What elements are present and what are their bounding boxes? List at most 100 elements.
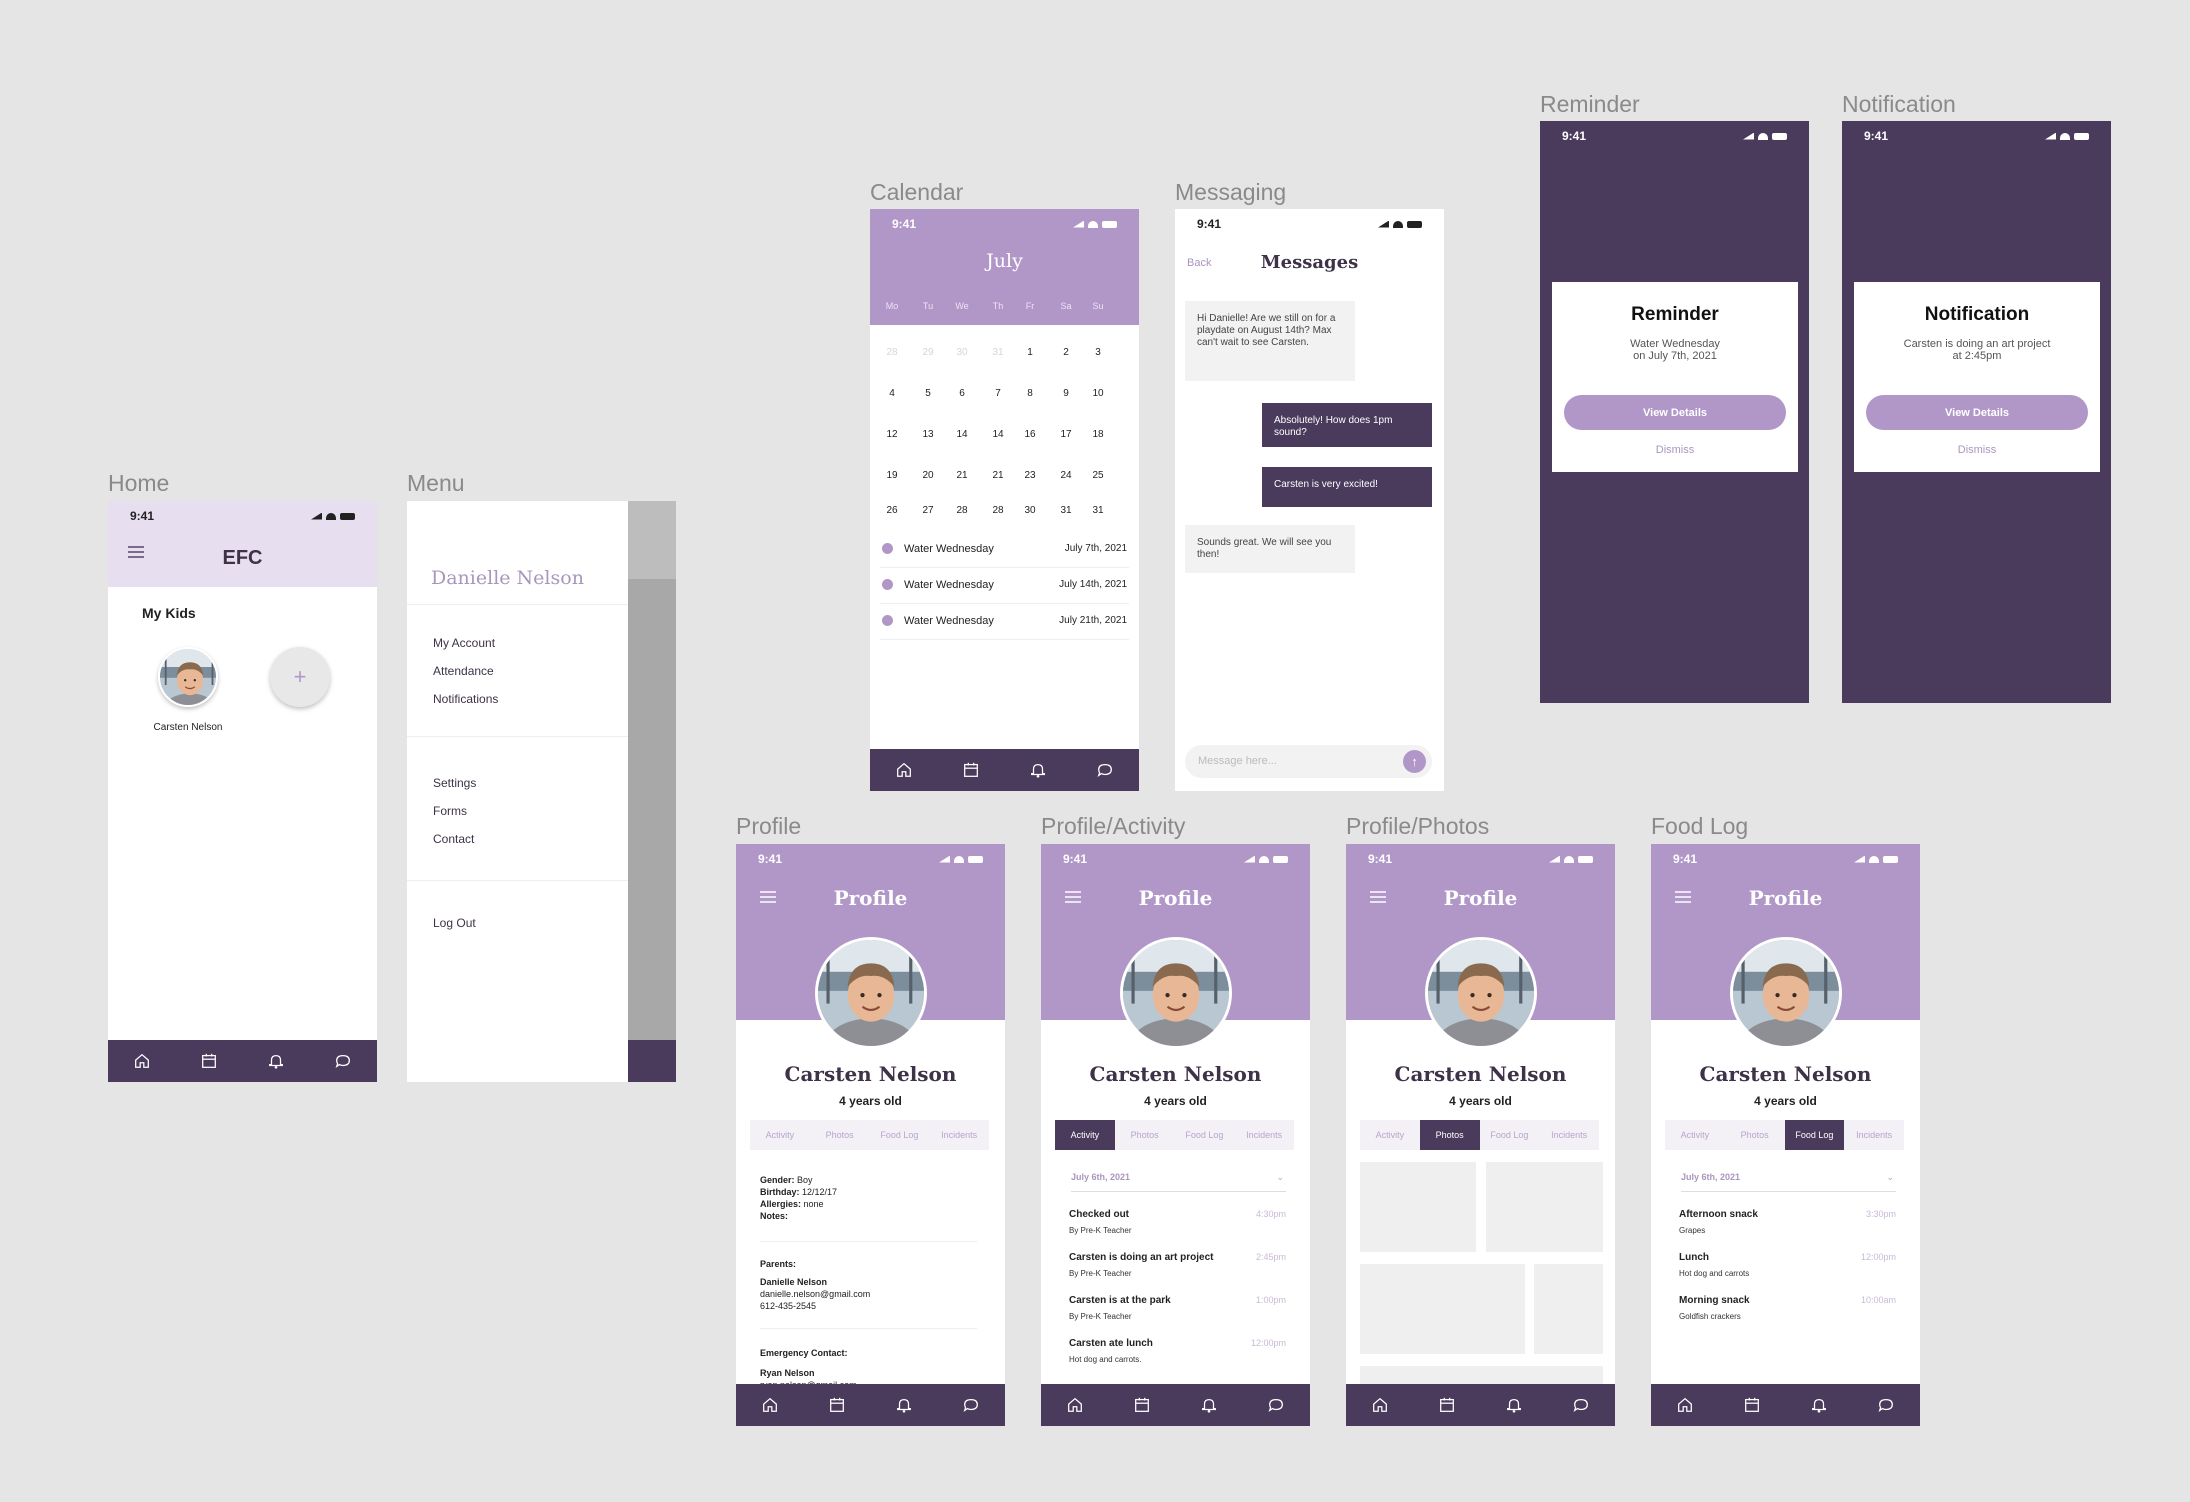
- calendar-icon[interactable]: [1433, 1391, 1461, 1419]
- tab-food-log[interactable]: Food Log: [1480, 1120, 1540, 1150]
- calendar-day[interactable]: 21: [988, 470, 1008, 481]
- calendar-event[interactable]: Water Wednesday July 14th, 2021: [880, 574, 1129, 604]
- menu-item-contact[interactable]: Contact: [433, 832, 474, 846]
- tab-photos[interactable]: Photos: [1115, 1120, 1175, 1150]
- calendar-day[interactable]: 31: [1056, 505, 1076, 516]
- calendar-day[interactable]: 13: [918, 429, 938, 440]
- calendar-day[interactable]: 28: [952, 505, 972, 516]
- tab-activity[interactable]: Activity: [750, 1120, 810, 1150]
- tab-activity[interactable]: Activity: [1360, 1120, 1420, 1150]
- calendar-day[interactable]: 28: [988, 505, 1008, 516]
- calendar-icon[interactable]: [195, 1047, 223, 1075]
- calendar-day[interactable]: 18: [1088, 429, 1108, 440]
- menu-item-forms[interactable]: Forms: [433, 804, 467, 818]
- date-selector[interactable]: July 6th, 2021 ⌄: [1681, 1172, 1896, 1192]
- tab-incidents[interactable]: Incidents: [1844, 1120, 1904, 1150]
- calendar-day[interactable]: 26: [882, 505, 902, 516]
- home-icon[interactable]: [756, 1391, 784, 1419]
- calendar-day[interactable]: 3: [1088, 347, 1108, 358]
- tab-incidents[interactable]: Incidents: [1234, 1120, 1294, 1150]
- food-item[interactable]: Lunch Hot dog and carrots 12:00pm: [1679, 1252, 1896, 1288]
- bell-icon[interactable]: [1024, 756, 1052, 784]
- calendar-day[interactable]: 14: [988, 429, 1008, 440]
- photo-thumbnail[interactable]: [1360, 1264, 1525, 1354]
- home-icon[interactable]: [1061, 1391, 1089, 1419]
- tab-food-log[interactable]: Food Log: [1784, 1120, 1845, 1150]
- chat-icon[interactable]: [1091, 756, 1119, 784]
- message-input[interactable]: Message here...: [1185, 745, 1432, 778]
- chat-icon[interactable]: [1262, 1391, 1290, 1419]
- home-icon[interactable]: [1671, 1391, 1699, 1419]
- calendar-day[interactable]: 20: [918, 470, 938, 481]
- chat-icon[interactable]: [329, 1047, 357, 1075]
- food-item[interactable]: Morning snack Goldfish crackers 10:00am: [1679, 1295, 1896, 1331]
- calendar-day[interactable]: 2: [1056, 347, 1076, 358]
- calendar-day[interactable]: 5: [918, 388, 938, 399]
- home-icon[interactable]: [890, 756, 918, 784]
- calendar-day[interactable]: 10: [1088, 388, 1108, 399]
- view-details-button[interactable]: View Details: [1564, 395, 1786, 430]
- activity-item[interactable]: Carsten is doing an art project By Pre-K…: [1069, 1252, 1286, 1288]
- calendar-event[interactable]: Water Wednesday July 21th, 2021: [880, 610, 1129, 640]
- food-item[interactable]: Afternoon snack Grapes 3:30pm: [1679, 1209, 1896, 1245]
- add-kid-button[interactable]: +: [270, 647, 330, 707]
- calendar-day[interactable]: 27: [918, 505, 938, 516]
- calendar-day[interactable]: 25: [1088, 470, 1108, 481]
- home-icon[interactable]: [128, 1047, 156, 1075]
- calendar-day[interactable]: 1: [1020, 347, 1040, 358]
- menu-item-logout[interactable]: Log Out: [433, 916, 476, 930]
- calendar-day[interactable]: 31: [1088, 505, 1108, 516]
- home-icon[interactable]: [1366, 1391, 1394, 1419]
- tab-food-log[interactable]: Food Log: [1175, 1120, 1235, 1150]
- calendar-day[interactable]: 14: [952, 429, 972, 440]
- menu-item-attendance[interactable]: Attendance: [433, 664, 494, 678]
- tab-activity[interactable]: Activity: [1665, 1120, 1725, 1150]
- chat-icon[interactable]: [1872, 1391, 1900, 1419]
- calendar-event[interactable]: Water Wednesday July 7th, 2021: [880, 538, 1129, 568]
- tab-photos[interactable]: Photos: [1419, 1120, 1480, 1150]
- calendar-day[interactable]: 9: [1056, 388, 1076, 399]
- calendar-day[interactable]: 23: [1020, 470, 1040, 481]
- bell-icon[interactable]: [262, 1047, 290, 1075]
- bell-icon[interactable]: [1195, 1391, 1223, 1419]
- chat-icon[interactable]: [957, 1391, 985, 1419]
- calendar-day[interactable]: 4: [882, 388, 902, 399]
- calendar-day[interactable]: 30: [952, 347, 972, 358]
- tab-photos[interactable]: Photos: [810, 1120, 870, 1150]
- menu-item-notifications[interactable]: Notifications: [433, 692, 498, 706]
- calendar-day[interactable]: 6: [952, 388, 972, 399]
- calendar-day[interactable]: 16: [1020, 429, 1040, 440]
- tab-food-log[interactable]: Food Log: [870, 1120, 930, 1150]
- calendar-icon[interactable]: [823, 1391, 851, 1419]
- calendar-day[interactable]: 17: [1056, 429, 1076, 440]
- calendar-day[interactable]: 21: [952, 470, 972, 481]
- calendar-day[interactable]: 29: [918, 347, 938, 358]
- tab-incidents[interactable]: Incidents: [929, 1120, 989, 1150]
- calendar-day[interactable]: 19: [882, 470, 902, 481]
- send-icon[interactable]: ↑: [1403, 750, 1426, 773]
- activity-item[interactable]: Checked out By Pre-K Teacher 4:30pm: [1069, 1209, 1286, 1245]
- calendar-icon[interactable]: [1738, 1391, 1766, 1419]
- calendar-icon[interactable]: [957, 756, 985, 784]
- calendar-day[interactable]: 30: [1020, 505, 1040, 516]
- tab-photos[interactable]: Photos: [1725, 1120, 1785, 1150]
- calendar-day[interactable]: 7: [988, 388, 1008, 399]
- bell-icon[interactable]: [1500, 1391, 1528, 1419]
- bell-icon[interactable]: [1805, 1391, 1833, 1419]
- tab-incidents[interactable]: Incidents: [1539, 1120, 1599, 1150]
- activity-item[interactable]: Carsten is at the park By Pre-K Teacher …: [1069, 1295, 1286, 1331]
- kid-avatar[interactable]: [158, 647, 218, 707]
- chat-icon[interactable]: [1567, 1391, 1595, 1419]
- calendar-day[interactable]: 31: [988, 347, 1008, 358]
- photo-thumbnail[interactable]: [1534, 1264, 1603, 1354]
- calendar-day[interactable]: 24: [1056, 470, 1076, 481]
- dismiss-button[interactable]: Dismiss: [1854, 444, 2100, 456]
- calendar-day[interactable]: 12: [882, 429, 902, 440]
- menu-item-my-account[interactable]: My Account: [433, 636, 495, 650]
- tab-activity[interactable]: Activity: [1055, 1120, 1115, 1150]
- menu-item-settings[interactable]: Settings: [433, 776, 476, 790]
- calendar-day[interactable]: 8: [1020, 388, 1040, 399]
- dismiss-button[interactable]: Dismiss: [1552, 444, 1798, 456]
- activity-item[interactable]: Carsten ate lunch Hot dog and carrots. 1…: [1069, 1338, 1286, 1374]
- photo-thumbnail[interactable]: [1360, 1162, 1476, 1252]
